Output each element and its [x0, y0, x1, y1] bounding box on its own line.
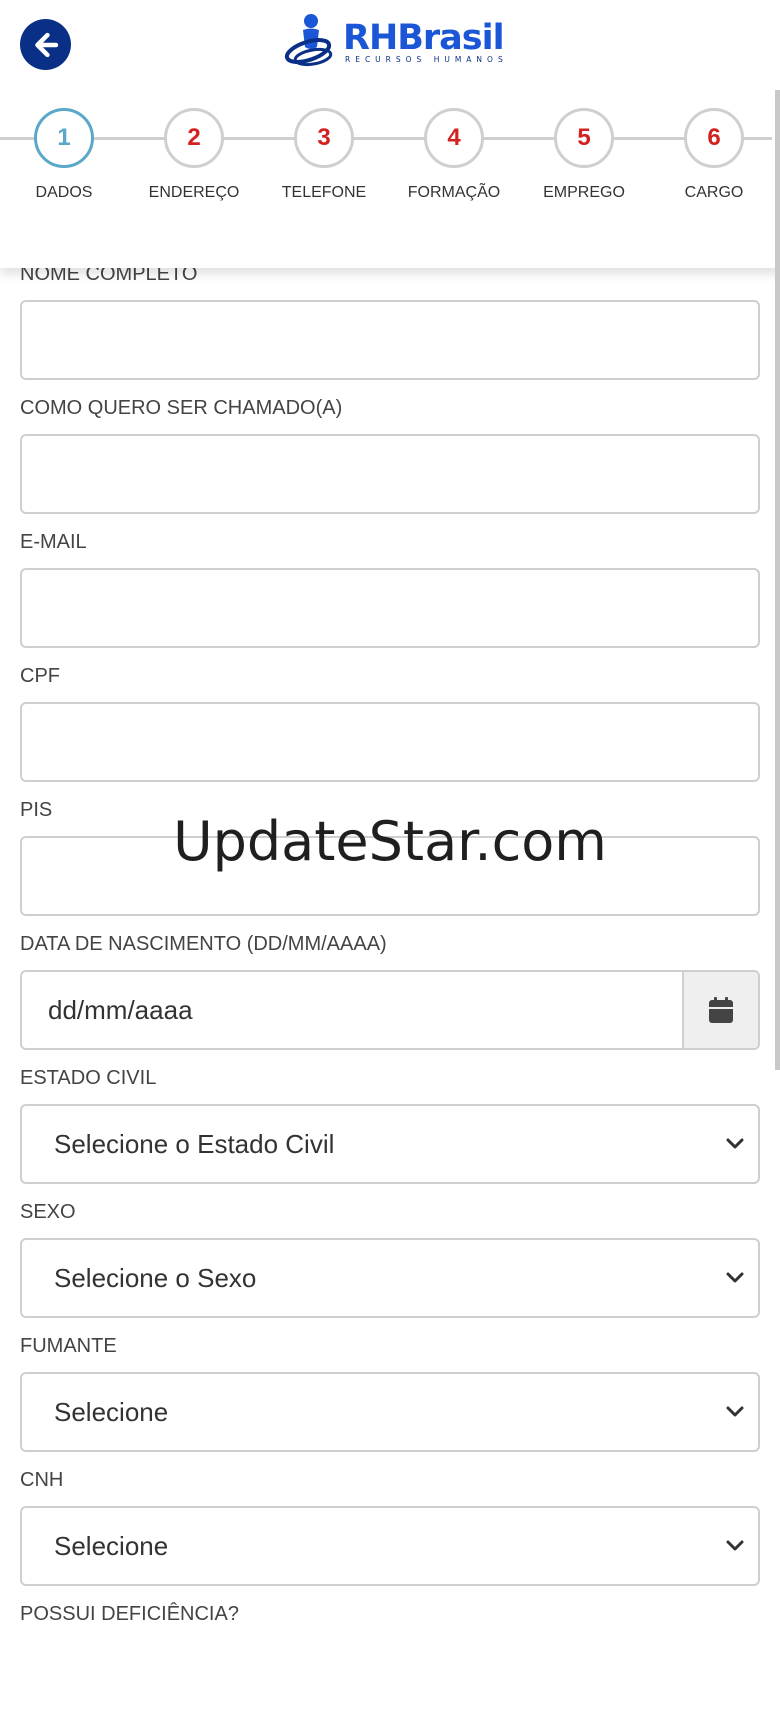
cnh-label: CNH	[20, 1469, 64, 1491]
back-button[interactable]	[20, 19, 71, 70]
field-email: E-MAIL	[20, 530, 760, 664]
logo-name: RHBrasil	[343, 17, 505, 58]
field-nascimento: DATA DE NASCIMENTO (DD/MM/AAAA) dd/mm/aa…	[20, 932, 760, 1066]
estado-civil-selected: Selecione o Estado Civil	[54, 1129, 335, 1159]
field-estado-civil: ESTADO CIVIL Selecione o Estado Civil	[20, 1066, 760, 1200]
step-number: 3	[294, 108, 354, 168]
page-scrollbar[interactable]	[775, 90, 780, 1070]
apelido-label: COMO QUERO SER CHAMADO(A)	[20, 397, 343, 419]
step-label: TELEFONE	[281, 184, 367, 201]
fumante-select[interactable]: Selecione	[20, 1372, 760, 1452]
calendar-button[interactable]	[682, 972, 758, 1048]
estado-civil-label: ESTADO CIVIL	[20, 1067, 157, 1089]
field-deficiencia: POSSUI DEFICIÊNCIA?	[20, 1602, 760, 1736]
dados-form: NOME COMPLETO COMO QUERO SER CHAMADO(A) …	[20, 262, 760, 1736]
deficiencia-label: POSSUI DEFICIÊNCIA?	[20, 1603, 239, 1625]
step-number: 6	[684, 108, 744, 168]
logo-mark-icon	[284, 14, 333, 67]
step-number: 4	[424, 108, 484, 168]
step-number: 5	[554, 108, 614, 168]
cpf-input[interactable]	[20, 702, 760, 782]
field-apelido: COMO QUERO SER CHAMADO(A)	[20, 396, 760, 530]
sexo-select[interactable]: Selecione o Sexo	[20, 1238, 760, 1318]
step-number: 1	[34, 108, 94, 168]
field-pis: PIS	[20, 798, 760, 932]
field-nome-completo: NOME COMPLETO	[20, 262, 760, 396]
step-emprego[interactable]: 5 EMPREGO	[524, 108, 644, 202]
apelido-input[interactable]	[20, 434, 760, 514]
field-fumante: FUMANTE Selecione	[20, 1334, 760, 1468]
cpf-label: CPF	[20, 665, 60, 687]
email-label: E-MAIL	[20, 531, 87, 553]
field-cpf: CPF	[20, 664, 760, 798]
progress-stepper: 1 DADOS 2 ENDEREÇO 3 TELEFONE 4 FORMAÇÃO…	[0, 108, 780, 218]
nascimento-label: DATA DE NASCIMENTO (DD/MM/AAAA)	[20, 933, 387, 955]
fumante-selected: Selecione	[54, 1397, 169, 1427]
field-sexo: SEXO Selecione o Sexo	[20, 1200, 760, 1334]
chevron-down-icon	[726, 1540, 744, 1551]
email-input[interactable]	[20, 568, 760, 648]
sexo-selected: Selecione o Sexo	[54, 1263, 257, 1293]
step-formacao[interactable]: 4 FORMAÇÃO	[394, 108, 514, 202]
arrow-left-icon	[34, 32, 58, 57]
cnh-select[interactable]: Selecione	[20, 1506, 760, 1586]
step-label: ENDEREÇO	[148, 184, 240, 201]
step-endereco[interactable]: 2 ENDEREÇO	[134, 108, 254, 202]
step-label: DADOS	[35, 184, 93, 201]
chevron-down-icon	[726, 1272, 744, 1283]
chevron-down-icon	[726, 1406, 744, 1417]
nascimento-placeholder: dd/mm/aaaa	[48, 995, 193, 1025]
step-number: 2	[164, 108, 224, 168]
step-telefone[interactable]: 3 TELEFONE	[264, 108, 384, 202]
rhbrasil-logo: RHBrasil RECURSOS HUMANOS	[283, 13, 508, 69]
field-cnh: CNH Selecione	[20, 1468, 760, 1602]
step-label: CARGO	[684, 184, 744, 201]
chevron-down-icon	[726, 1138, 744, 1149]
step-dados[interactable]: 1 DADOS	[4, 108, 124, 202]
pis-input[interactable]	[20, 836, 760, 916]
cnh-selected: Selecione	[54, 1531, 169, 1561]
step-label: FORMAÇÃO	[407, 184, 501, 201]
nascimento-date-input[interactable]: dd/mm/aaaa	[20, 970, 760, 1050]
step-label: EMPREGO	[543, 184, 625, 201]
estado-civil-select[interactable]: Selecione o Estado Civil	[20, 1104, 760, 1184]
fumante-label: FUMANTE	[20, 1335, 117, 1357]
app-header: RHBrasil RECURSOS HUMANOS 1 DADOS 2 ENDE…	[0, 0, 780, 268]
step-cargo[interactable]: 6 CARGO	[654, 108, 774, 202]
calendar-icon	[709, 997, 733, 1023]
logo-subtitle: RECURSOS HUMANOS	[345, 54, 508, 64]
nome-completo-input[interactable]	[20, 300, 760, 380]
sexo-label: SEXO	[20, 1201, 76, 1223]
pis-label: PIS	[20, 799, 53, 821]
